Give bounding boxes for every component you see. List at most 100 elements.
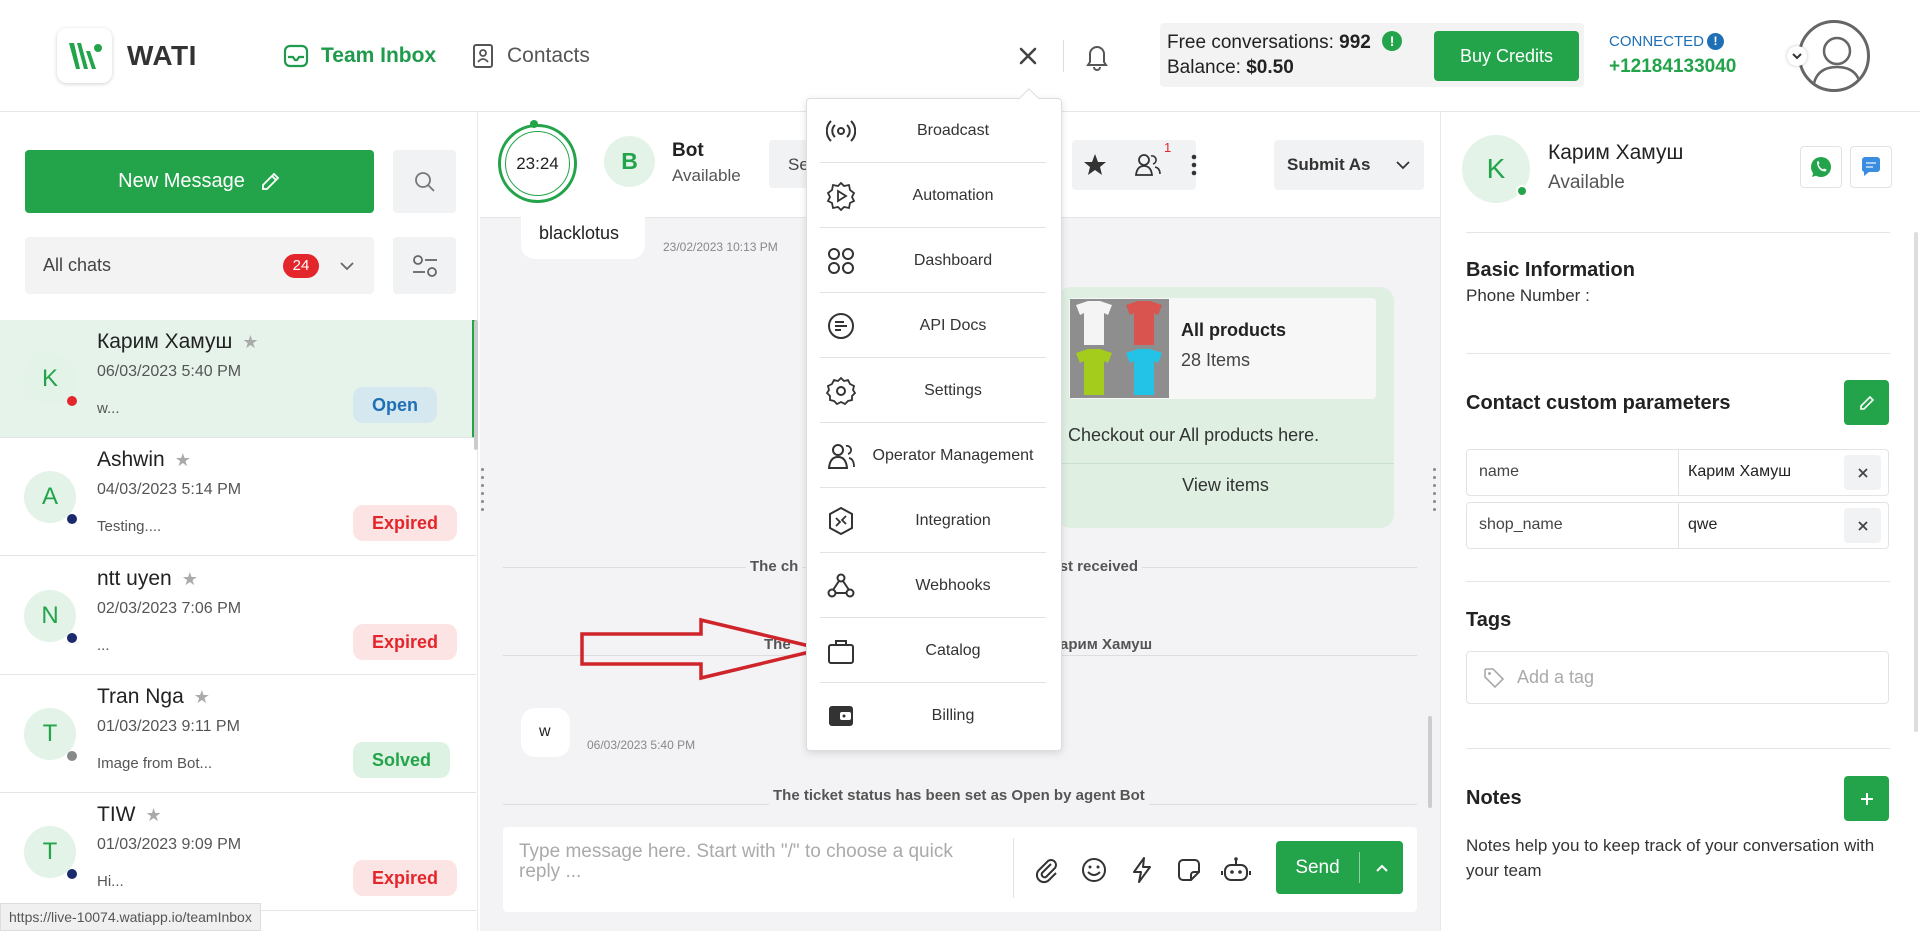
chat-count-badge: 24 [283, 254, 319, 278]
sticker-button[interactable] [1175, 856, 1203, 884]
emoji-button[interactable] [1080, 856, 1108, 884]
star-icon[interactable]: ★ [175, 450, 191, 470]
menu-item-settings[interactable]: Settings [820, 358, 1046, 423]
menu-item-label: Billing [931, 706, 975, 724]
menu-item-label: Webhooks [915, 576, 991, 594]
buy-credits-button[interactable]: Buy Credits [1434, 31, 1579, 81]
star-conversation-button[interactable] [1082, 152, 1108, 178]
chat-status-badge: Open [353, 387, 438, 423]
nav-contacts-label: Contacts [507, 44, 590, 67]
incoming-message: w [521, 708, 570, 757]
search-icon [414, 171, 435, 192]
chevron-down-icon [340, 262, 354, 271]
custom-param-row: shop_name qwe [1466, 502, 1889, 549]
paperclip-icon [1035, 859, 1057, 884]
menu-item-integration[interactable]: Integration [820, 488, 1046, 553]
chat-channel-button[interactable] [1850, 146, 1892, 188]
search-chats-button[interactable] [393, 150, 456, 213]
menu-item-label: Dashboard [913, 251, 993, 269]
inbox-icon [283, 44, 309, 68]
menu-item-billing[interactable]: Billing [820, 683, 1046, 748]
product-tshirts-image [1070, 299, 1169, 398]
chat-name-text: Ashwin [97, 448, 165, 471]
billing-icon [829, 706, 853, 726]
left-resize-handle[interactable] [478, 465, 486, 513]
message-input[interactable]: Type message here. Start with "/" to cho… [519, 842, 999, 882]
contact-panel-scrollbar[interactable] [1914, 232, 1918, 732]
nav-team-inbox[interactable]: Team Inbox [283, 38, 436, 74]
right-resize-handle[interactable] [1430, 465, 1438, 513]
session-timer: 23:24 [498, 124, 577, 203]
profile-menu-toggle[interactable] [1787, 46, 1807, 66]
submit-as-dropdown[interactable]: Submit As [1274, 140, 1424, 190]
quick-reply-button[interactable] [1128, 856, 1156, 884]
chat-filter-dropdown[interactable]: All chats 24 [25, 237, 374, 294]
whatsapp-channel-button[interactable] [1800, 146, 1842, 188]
participants-count: 1 [1164, 140, 1172, 155]
edit-params-button[interactable] [1844, 380, 1889, 425]
plus-icon [1860, 792, 1873, 805]
param-value[interactable]: qwe [1688, 516, 1717, 534]
star-icon[interactable]: ★ [242, 332, 258, 352]
menu-item-api-docs[interactable]: API Docs [820, 293, 1046, 358]
chat-timestamp: 01/03/2023 9:09 PM [97, 836, 242, 853]
assignee-name: Bot [672, 140, 704, 161]
participants-button[interactable] [1134, 152, 1162, 178]
chat-filter-label: All chats [43, 255, 112, 275]
menu-item-operator-management[interactable]: Operator Management [820, 423, 1046, 488]
system-message: The ticket status has been set as Open b… [769, 787, 1149, 805]
star-icon[interactable]: ★ [182, 569, 198, 589]
remove-param-button[interactable] [1844, 455, 1881, 490]
chat-bubble-icon [1861, 157, 1880, 176]
chat-list-item[interactable]: K Карим Хамуш ★ 06/03/2023 5:40 PM w... O… [0, 320, 476, 438]
new-message-button[interactable]: New Message [25, 150, 374, 213]
chatbot-button[interactable] [1221, 856, 1251, 884]
param-value[interactable]: Карим Хамуш [1688, 463, 1791, 481]
menu-item-catalog[interactable]: Catalog [820, 618, 1046, 683]
catalog-item-count: 28 Items [1181, 350, 1251, 370]
chat-list-scrollbar[interactable] [474, 320, 478, 450]
chat-list-item[interactable]: A Ashwin ★ 04/03/2023 5:14 PM Testing....… [0, 438, 476, 556]
view-items-button[interactable]: View items [1057, 475, 1394, 496]
free-conversations-value: 992 [1339, 32, 1371, 53]
star-icon[interactable]: ★ [145, 805, 161, 825]
close-menu-button[interactable] [1014, 42, 1042, 70]
menu-item-broadcast[interactable]: Broadcast [820, 98, 1046, 163]
emoji-icon [1082, 858, 1106, 882]
menu-item-label: Automation [912, 186, 994, 204]
message-text: blacklotus [539, 223, 620, 243]
notifications-button[interactable] [1082, 40, 1112, 72]
connection-info-icon[interactable]: ! [1707, 33, 1724, 50]
nav-contacts[interactable]: Contacts [471, 38, 590, 74]
remove-param-button[interactable] [1844, 508, 1881, 543]
param-divider [1678, 503, 1679, 548]
star-icon[interactable]: ★ [194, 687, 210, 707]
menu-item-dashboard[interactable]: Dashboard [820, 228, 1046, 293]
operators-icon [827, 444, 855, 469]
user-profile-avatar[interactable] [1798, 20, 1870, 92]
add-tag-input[interactable]: Add a tag [1466, 651, 1889, 704]
chat-timestamp: 01/03/2023 9:11 PM [97, 718, 240, 735]
system-message-text: The ticket status has been set as Open b… [773, 787, 1145, 804]
menu-item-automation[interactable]: Automation [820, 163, 1046, 228]
chat-list-item[interactable]: T TIW ★ 01/03/2023 9:09 PM Hi... Expired [0, 793, 476, 911]
send-options-button[interactable] [1360, 841, 1403, 894]
chat-list-item[interactable]: T Tran Nga ★ 01/03/2023 9:11 PM Image fro… [0, 675, 476, 793]
wati-logo[interactable] [57, 28, 112, 83]
catalog-divider [1057, 463, 1394, 464]
attach-button[interactable] [1033, 856, 1061, 884]
menu-item-label: Catalog [925, 641, 981, 659]
conversation-scrollbar[interactable] [1428, 716, 1432, 808]
more-options-button[interactable] [1190, 152, 1198, 178]
wati-logo-icon [68, 42, 102, 69]
chat-status-badge: Solved [353, 742, 451, 778]
menu-item-label: Integration [915, 511, 991, 529]
send-button[interactable]: Send [1276, 841, 1359, 894]
filter-settings-button[interactable] [393, 237, 456, 294]
param-key: shop_name [1479, 516, 1563, 533]
menu-item-webhooks[interactable]: Webhooks [820, 553, 1046, 618]
add-note-button[interactable] [1844, 776, 1889, 821]
chat-list-item[interactable]: N ntt uyen ★ 02/03/2023 7:06 PM ... Expir… [0, 557, 476, 675]
free-conversations-info-icon[interactable]: ! [1382, 31, 1403, 51]
close-icon [1019, 47, 1037, 65]
